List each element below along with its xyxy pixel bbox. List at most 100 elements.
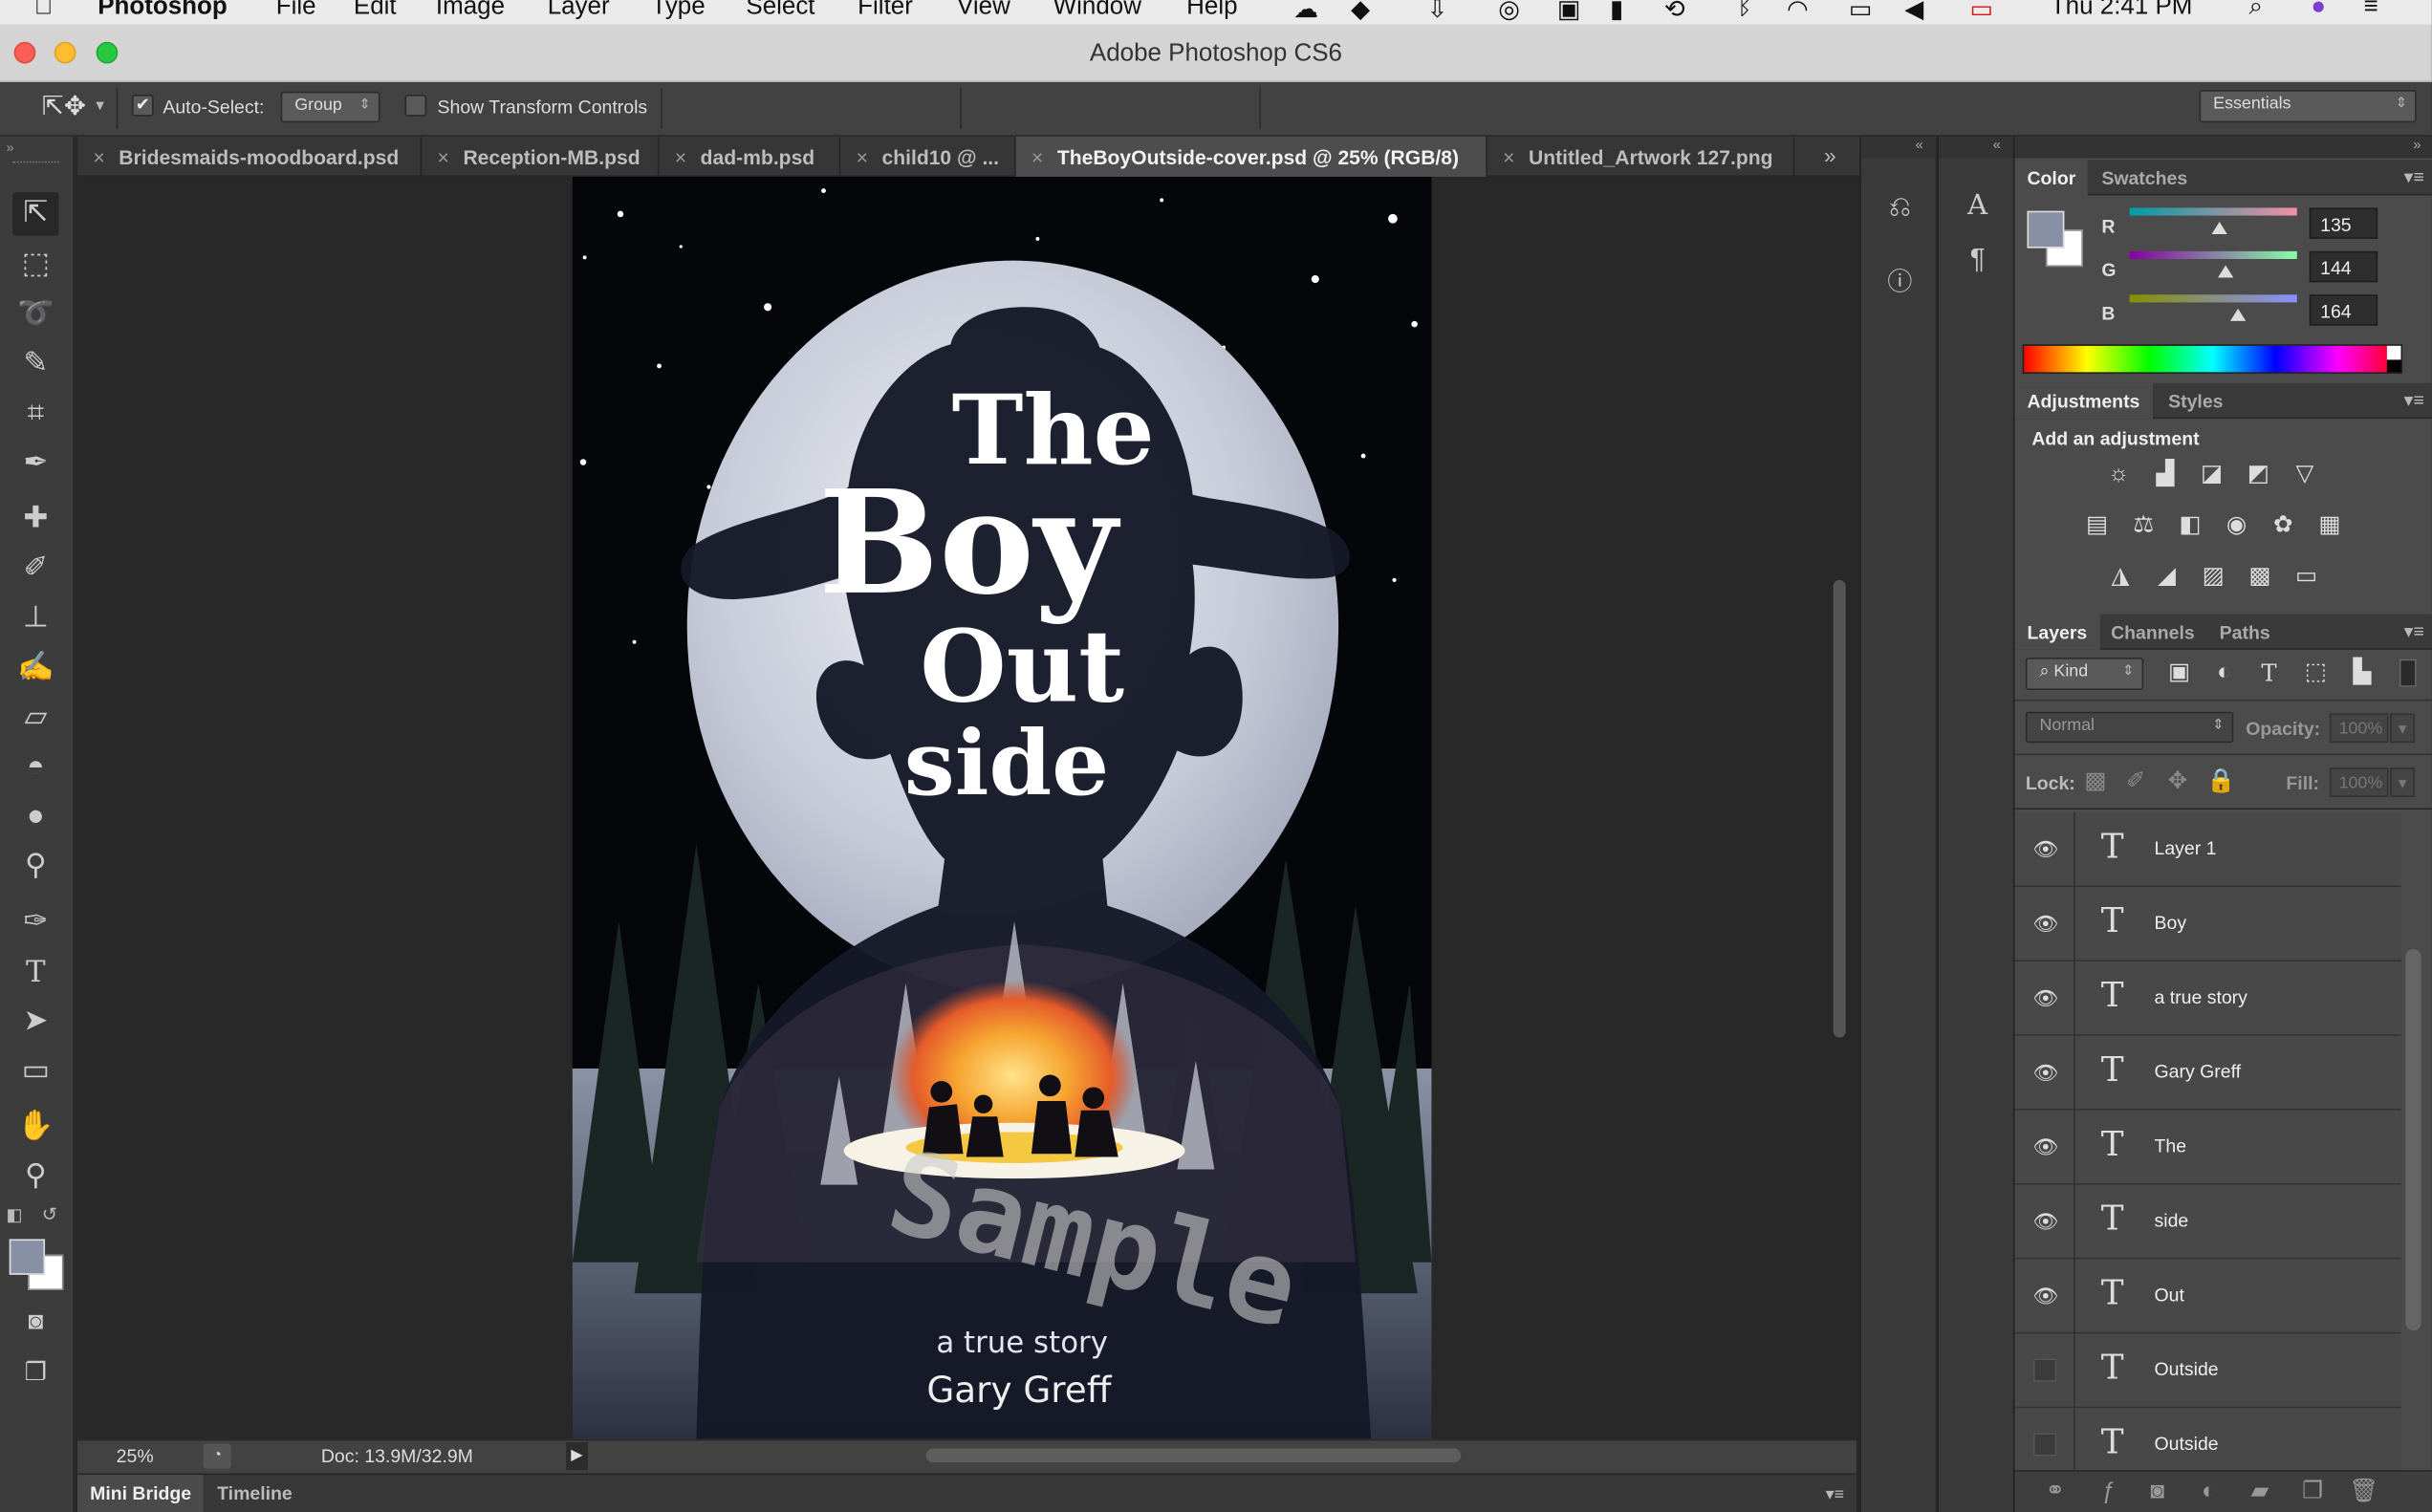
airplay-icon[interactable]: ▭ (1849, 0, 1873, 25)
blend-mode-dropdown[interactable]: Normal ⇕ (2025, 711, 2234, 744)
opacity-field[interactable]: 100% (2329, 713, 2389, 744)
layer-name[interactable]: Gary Greff (2155, 1061, 2242, 1083)
layer-style-icon[interactable]: ƒ (2091, 1475, 2125, 1509)
lasso-tool-icon[interactable]: ➰ (12, 293, 59, 336)
black-swatch[interactable] (2386, 359, 2401, 373)
dropbox-icon[interactable]: ◆ (1351, 0, 1370, 25)
r-value[interactable]: 135 (2309, 207, 2378, 239)
chevron-down-icon[interactable]: ▼ (2390, 767, 2416, 798)
delete-layer-icon[interactable]: 🗑 (2347, 1475, 2381, 1509)
app-menu[interactable]: Photoshop (98, 0, 228, 22)
close-tab-icon[interactable]: × (1031, 146, 1043, 169)
spotlight-icon[interactable]: ⌕ (2248, 0, 2263, 22)
menu-layer[interactable]: Layer (548, 0, 610, 22)
auto-select-dropdown[interactable]: Group ⇕ (280, 91, 380, 123)
menu-image[interactable]: Image (436, 0, 505, 22)
doc-tab-active[interactable]: × TheBoyOutside-cover.psd @ 25% (RGB/8) (1015, 136, 1487, 177)
lock-position-icon[interactable]: ✥ (2161, 765, 2195, 799)
type-tool-icon[interactable]: T (12, 951, 59, 994)
close-tab-icon[interactable]: × (675, 146, 686, 169)
posterize-icon[interactable]: ◢ (2150, 560, 2184, 594)
healing-brush-icon[interactable]: ✚ (12, 498, 59, 541)
link-layers-icon[interactable]: ⚭ (2038, 1475, 2073, 1509)
siri-icon[interactable]: ● (2311, 0, 2326, 22)
menu-type[interactable]: Type (651, 0, 705, 22)
tab-timeline[interactable]: Timeline (205, 1475, 305, 1512)
filter-smart-object-icon[interactable]: ▙ (2345, 656, 2379, 690)
foreground-color-swatch[interactable] (2027, 210, 2065, 248)
channel-mixer-icon[interactable]: ✿ (2266, 508, 2300, 543)
visibility-eye-icon[interactable]: 👁 (2030, 834, 2061, 865)
layer-name[interactable]: Outside (2155, 1358, 2219, 1380)
battery-icon[interactable]: ▭ (1969, 0, 1993, 25)
layer-row[interactable]: 👁 Ta true story (2014, 961, 2401, 1036)
new-adjustment-layer-icon[interactable]: ◐ (2191, 1475, 2226, 1509)
tab-styles[interactable]: Styles (2156, 383, 2235, 419)
layer-filter-kind[interactable]: ⌕ Kind ⇕ (2025, 657, 2144, 691)
menu-file[interactable]: File (276, 0, 316, 22)
wifi-icon[interactable]: ◠ (1787, 0, 1809, 25)
new-layer-icon[interactable]: ❐ (2295, 1475, 2330, 1509)
layer-name[interactable]: Outside (2155, 1433, 2219, 1455)
close-tab-icon[interactable]: × (857, 146, 868, 169)
dodge-tool-icon[interactable]: ⚲ (12, 845, 59, 888)
apple-icon[interactable]:  (34, 0, 53, 22)
blur-tool-icon[interactable]: ● (12, 795, 59, 838)
layer-name[interactable]: Layer 1 (2155, 837, 2217, 859)
history-panel-icon[interactable]: ⎌ (1879, 186, 1920, 227)
invert-icon[interactable]: ◮ (2103, 560, 2138, 594)
white-swatch[interactable] (2386, 345, 2401, 360)
visibility-toggle-off[interactable] (2032, 1433, 2057, 1457)
filter-adjustment-icon[interactable]: ◐ (2207, 656, 2242, 690)
share-icon[interactable]: ◔ (203, 1443, 231, 1469)
character-panel-icon[interactable]: A (1957, 186, 1997, 227)
more-tabs-icon[interactable]: » (1824, 142, 1836, 167)
g-slider-thumb[interactable] (2218, 265, 2234, 278)
lock-image-icon[interactable]: ✐ (2118, 765, 2153, 799)
screen-mode-icon[interactable]: ❐ (12, 1352, 59, 1395)
threshold-icon[interactable]: ▨ (2196, 560, 2230, 594)
vibrance-icon[interactable]: ▽ (2288, 458, 2322, 492)
panel-menu-icon[interactable]: ▾≡ (2404, 620, 2424, 642)
lock-transparent-icon[interactable]: ▩ (2078, 765, 2113, 799)
r-slider[interactable] (2129, 207, 2297, 216)
canvas-area[interactable]: The Boy Out side Sample a true story Gar… (77, 176, 1857, 1439)
crop-tool-icon[interactable]: ⌗ (12, 393, 59, 436)
layer-row[interactable]: 👁 T Layer 1 (2014, 812, 2401, 888)
color-balance-icon[interactable]: ⚖ (2126, 508, 2161, 543)
visibility-eye-icon[interactable]: 👁 (2030, 909, 2061, 940)
show-transform-checkbox[interactable] (404, 94, 427, 117)
doc-tab[interactable]: × dad-mb.psd (660, 136, 841, 177)
quick-mask-icon[interactable]: ◙ (12, 1301, 59, 1344)
horizontal-scrollbar-thumb[interactable] (925, 1448, 1462, 1463)
color-spectrum-bar[interactable] (2022, 344, 2403, 375)
layer-row[interactable]: 👁 T Gary Greff (2014, 1035, 2401, 1111)
info-panel-icon[interactable]: ⓘ (1879, 264, 1920, 304)
g-value[interactable]: 144 (2309, 250, 2378, 283)
paragraph-panel-icon[interactable]: ¶ (1957, 239, 1997, 279)
tab-adjustments[interactable]: Adjustments (2014, 382, 2153, 420)
photos-icon[interactable]: ▣ (1557, 0, 1581, 25)
black-white-icon[interactable]: ◧ (2173, 508, 2207, 543)
layer-name[interactable]: side (2155, 1210, 2189, 1232)
doc-tab[interactable]: × Untitled_Artwork 127.png (1487, 136, 1795, 177)
menu-select[interactable]: Select (746, 0, 814, 22)
chevron-down-icon[interactable]: ▼ (93, 97, 106, 113)
foreground-color-swatch[interactable] (9, 1239, 46, 1275)
quick-selection-icon[interactable]: ✎ (12, 343, 59, 386)
g-slider[interactable] (2129, 250, 2297, 259)
default-colors-icon[interactable]: ◧ (6, 1205, 22, 1224)
doc-tab[interactable]: × Bridesmaids-moodboard.psd (77, 136, 423, 177)
eyedropper-icon[interactable]: ✒ (12, 442, 59, 485)
gradient-map-icon[interactable]: ▭ (2290, 560, 2324, 594)
visibility-eye-icon[interactable]: 👁 (2030, 1281, 2061, 1311)
clock[interactable]: Thu 2:41 PM (2051, 0, 2193, 22)
auto-select-checkbox[interactable]: ✔ (131, 94, 154, 117)
filter-pixel-icon[interactable]: ▣ (2162, 656, 2197, 690)
fill-field[interactable]: 100% (2329, 767, 2389, 798)
collapse-panels-icon[interactable]: » (2014, 136, 2432, 159)
eraser-tool-icon[interactable]: ▱ (12, 697, 59, 740)
visibility-eye-icon[interactable]: 👁 (2030, 1058, 2061, 1089)
hue-saturation-icon[interactable]: ▤ (2080, 508, 2115, 543)
zoom-tool-icon[interactable]: ⚲ (12, 1156, 59, 1199)
